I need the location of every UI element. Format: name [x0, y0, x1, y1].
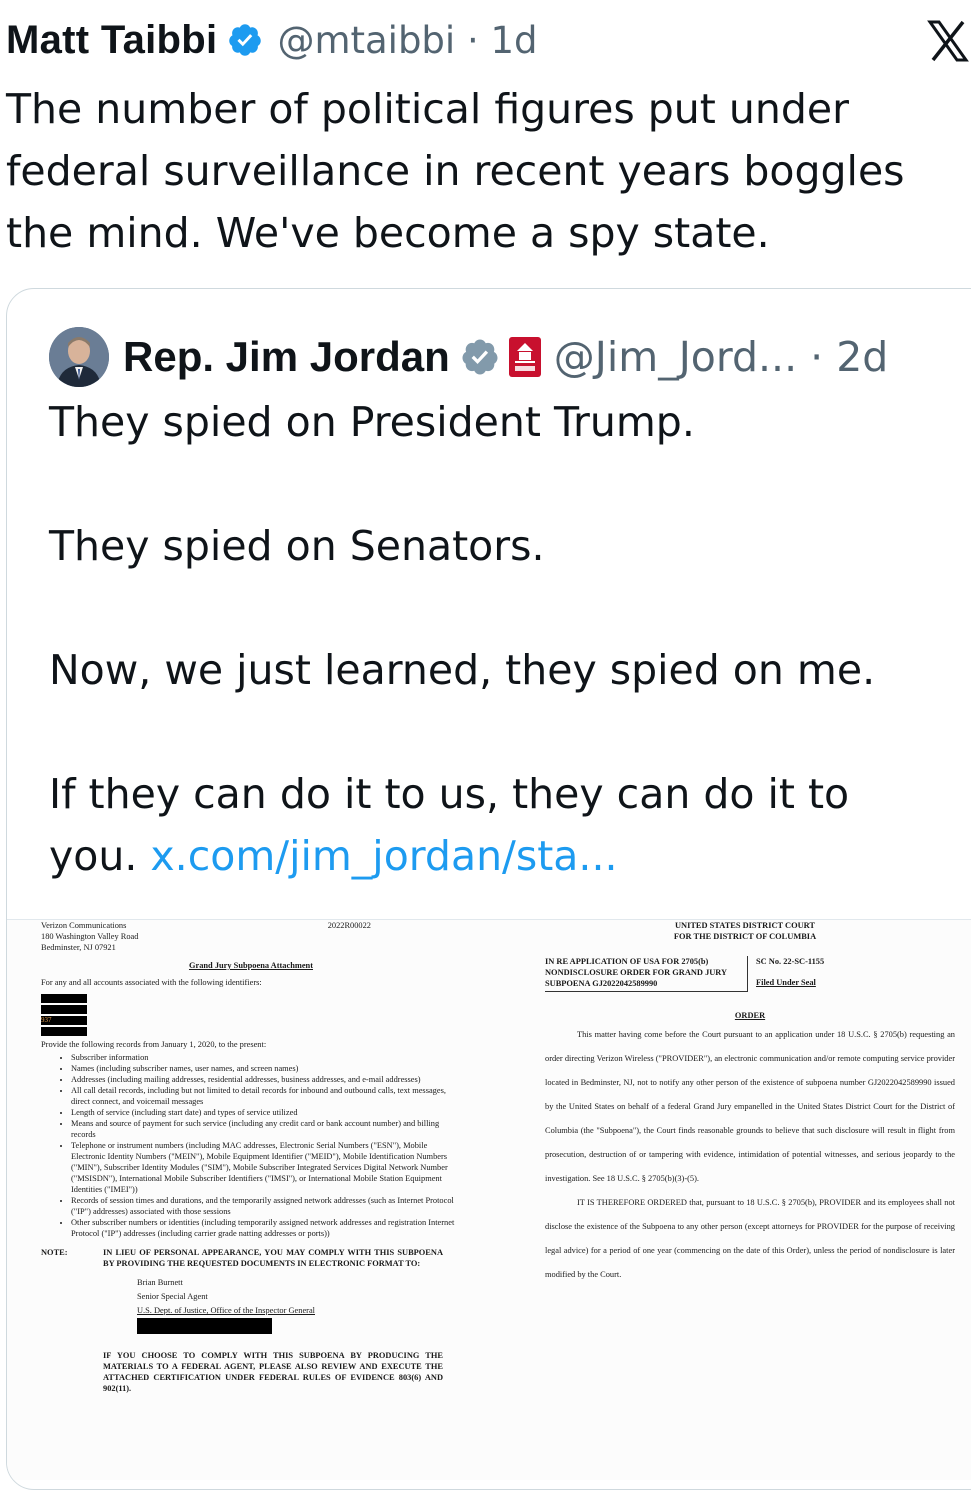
tweet-header: Matt Taibbi @mtaibbi · 1d	[6, 14, 538, 66]
avatar[interactable]	[49, 327, 109, 387]
list-item: Addresses (including mailing addresses, …	[71, 1074, 461, 1085]
doc-note-label: NOTE:	[41, 1248, 68, 1257]
doc-caption: IN RE APPLICATION OF USA FOR 2705(b) NON…	[545, 956, 748, 992]
doc-order-title: ORDER	[734, 1011, 766, 1020]
doc-title: Grand Jury Subpoena Attachment	[188, 961, 313, 970]
list-item: Records of session times and durations, …	[71, 1195, 461, 1217]
doc-provide: Provide the following records from Janua…	[41, 1040, 267, 1049]
doc-addr2: Bedminster, NJ 07921	[41, 943, 116, 952]
quoted-tweet-text: They spied on President Trump. They spie…	[49, 391, 949, 887]
verified-badge-icon	[460, 337, 500, 377]
quoted-author-name[interactable]: Rep. Jim Jordan	[123, 333, 450, 381]
list-item: Telephone or instrument numbers (includi…	[71, 1140, 461, 1195]
doc-court-name: UNITED STATES DISTRICT COURT	[674, 921, 816, 930]
list-item: Length of service (including start date)…	[71, 1107, 461, 1118]
doc-closing: IF YOU CHOOSE TO COMPLY WITH THIS SUBPOE…	[103, 1351, 443, 1393]
doc-intro: For any and all accounts associated with…	[41, 978, 262, 987]
verified-badge-icon	[227, 22, 263, 58]
doc-records-list: Subscriber information Names (including …	[41, 1052, 461, 1239]
list-item: Names (including subscriber names, user …	[71, 1063, 461, 1074]
doc-order-para2: IT IS THEREFORE ORDERED that, pursuant t…	[545, 1198, 955, 1279]
author-handle-time[interactable]: @mtaibbi · 1d	[277, 19, 537, 62]
list-item: All call detail records, including but n…	[71, 1085, 461, 1107]
house-gop-badge-icon	[508, 336, 542, 378]
list-item: Other subscriber numbers or identities (…	[71, 1217, 461, 1239]
doc-agent-name: Brian Burnett	[137, 1278, 183, 1287]
attached-document-image[interactable]: Verizon Communications 2022R00022 180 Wa…	[7, 919, 971, 1480]
x-logo-icon[interactable]	[927, 14, 969, 66]
doc-addr1: 180 Washington Valley Road	[41, 932, 139, 941]
doc-agent-title: Senior Special Agent	[137, 1292, 208, 1301]
doc-court-district: FOR THE DISTRICT OF COLUMBIA	[673, 932, 817, 941]
list-item: Means and source of payment for such ser…	[71, 1118, 461, 1140]
quoted-tweet-card[interactable]: Rep. Jim Jordan @Jim_Jord... · 2d They s…	[6, 288, 971, 1490]
doc-agent-office: U.S. Dept. of Justice, Office of the Ins…	[137, 1306, 315, 1315]
author-name[interactable]: Matt Taibbi	[6, 18, 217, 63]
doc-order-para1: This matter having come before the Court…	[545, 1030, 955, 1183]
quoted-tweet-body: They spied on President Trump. They spie…	[49, 398, 876, 880]
quoted-author-handle-time[interactable]: @Jim_Jord... · 2d	[554, 333, 889, 381]
redact-tag: 937	[41, 1016, 87, 1025]
doc-case-number: SC No. 22-SC-1155	[756, 957, 825, 966]
doc-company: Verizon Communications	[41, 921, 127, 930]
doc-ref: 2022R00022	[327, 921, 371, 930]
court-order-page: UNITED STATES DISTRICT COURT FOR THE DIS…	[545, 920, 955, 1287]
tweet-text: The number of political figures put unde…	[6, 85, 905, 257]
doc-filed-under-seal: Filed Under Seal	[756, 978, 816, 987]
subpoena-attachment-page: Verizon Communications 2022R00022 180 Wa…	[41, 920, 461, 1394]
quoted-tweet-header: Rep. Jim Jordan @Jim_Jord... · 2d	[49, 327, 888, 387]
redaction-block: 937	[41, 994, 87, 1036]
redaction-block	[137, 1318, 272, 1334]
quoted-tweet-link[interactable]: x.com/jim_jordan/sta...	[150, 832, 617, 880]
doc-note-text: IN LIEU OF PERSONAL APPEARANCE, YOU MAY …	[103, 1248, 443, 1268]
list-item: Subscriber information	[71, 1052, 461, 1063]
